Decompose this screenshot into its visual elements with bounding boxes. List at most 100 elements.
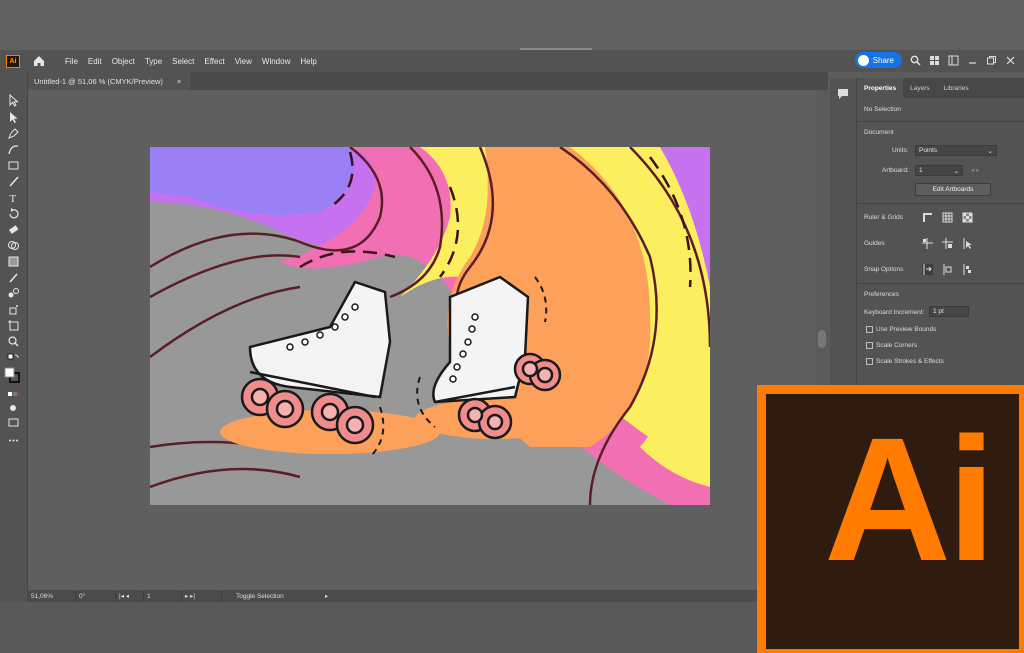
menu-file[interactable]: File (60, 57, 83, 66)
artboard-nav-next-icon[interactable]: ▸ ▸| (182, 591, 222, 601)
fill-stroke-swatch-icon[interactable] (4, 367, 20, 383)
document-heading: Document (864, 129, 894, 136)
scale-strokes-checkbox[interactable] (866, 358, 873, 365)
arrange-documents-icon[interactable] (929, 55, 940, 66)
zoom-tool-icon[interactable] (7, 335, 20, 348)
artboard-nav-first-icon[interactable]: |◂ ◂ (116, 591, 144, 601)
color-mode-icon[interactable] (7, 388, 20, 401)
document-tab-title: Untitled-1 @ 51,06 % (CMYK/Preview) (34, 76, 163, 86)
use-preview-bounds-label: Use Preview Bounds (876, 326, 937, 333)
edit-artboards-button[interactable]: Edit Artboards (915, 183, 991, 196)
svg-text:T: T (10, 193, 17, 204)
status-mode-text[interactable]: Toggle Selection (222, 591, 322, 601)
snap-to-grid-icon[interactable] (942, 264, 953, 275)
type-tool-icon[interactable]: T (7, 191, 20, 204)
guides-label: Guides (864, 240, 885, 247)
default-colors-icon[interactable] (7, 353, 20, 366)
eraser-tool-icon[interactable] (7, 223, 20, 236)
document-tab[interactable]: Untitled-1 @ 51,06 % (CMYK/Preview) × (28, 72, 190, 90)
illustrator-window: Ai File Edit Object Type Select Effect V… (0, 0, 1024, 653)
snap-to-pixel-icon[interactable] (962, 264, 973, 275)
snap-options-label: Snap Options (864, 266, 904, 273)
artboard-select[interactable]: 1 ⌄ (915, 165, 963, 176)
rectangle-tool-icon[interactable] (7, 159, 20, 172)
symbol-sprayer-tool-icon[interactable] (7, 303, 20, 316)
units-value: Points (919, 147, 938, 154)
rulers-grids-label: Ruler & Grids (864, 214, 904, 221)
snap-to-point-icon[interactable] (922, 264, 933, 275)
share-button[interactable]: Share (854, 52, 902, 68)
eyedropper-tool-icon[interactable] (7, 271, 20, 284)
gradient-tool-icon[interactable] (7, 255, 20, 268)
document-tab-close-icon[interactable]: × (177, 77, 181, 86)
panel-tabs: Properties Layers Libraries (857, 78, 1024, 98)
pen-tool-icon[interactable] (7, 127, 20, 140)
workspace-icon[interactable] (948, 55, 959, 66)
tab-properties[interactable]: Properties (857, 78, 904, 98)
keyboard-increment-input[interactable]: 1 pt (929, 306, 969, 317)
title-strip (0, 0, 1024, 50)
shape-builder-tool-icon[interactable] (7, 239, 20, 252)
zoom-field[interactable]: 51,06% (28, 591, 76, 601)
artboard-artwork[interactable] (150, 147, 710, 505)
home-icon[interactable] (32, 54, 46, 68)
direct-selection-tool-icon[interactable] (7, 111, 20, 124)
use-preview-bounds-checkbox[interactable] (866, 326, 873, 333)
panel-dock (830, 78, 856, 390)
blend-tool-icon[interactable] (7, 287, 20, 300)
scale-corners-checkbox[interactable] (866, 342, 873, 349)
curvature-tool-icon[interactable] (7, 143, 20, 156)
rotation-field[interactable]: 0° (76, 591, 116, 601)
tab-layers[interactable]: Layers (903, 78, 937, 98)
units-label: Units: (892, 147, 909, 154)
illustrator-logo-text: Ai (824, 402, 996, 598)
search-icon[interactable] (910, 55, 921, 66)
menu-view[interactable]: View (230, 57, 257, 66)
selection-status: No Selection (864, 106, 901, 113)
transparency-grid-icon[interactable] (962, 212, 973, 223)
menu-help[interactable]: Help (295, 57, 321, 66)
scrollbar-thumb[interactable] (818, 330, 826, 348)
selection-tool-icon[interactable] (7, 94, 20, 107)
chevron-down-icon: ⌄ (953, 167, 959, 175)
comments-icon[interactable] (837, 88, 849, 100)
more-tools-icon[interactable] (7, 434, 20, 447)
close-icon[interactable] (1005, 55, 1016, 66)
rotate-tool-icon[interactable] (7, 207, 20, 220)
show-guides-icon[interactable] (922, 238, 933, 249)
rulers-icon[interactable] (922, 212, 933, 223)
document-tab-bar: Untitled-1 @ 51,06 % (CMYK/Preview) × (28, 72, 828, 90)
lock-guides-icon[interactable] (942, 238, 953, 249)
illustrator-logo-background: Ai (766, 394, 1019, 649)
keyboard-increment-label: Keyboard Increment: (864, 309, 925, 316)
menu-edit[interactable]: Edit (83, 57, 107, 66)
menu-window[interactable]: Window (257, 57, 295, 66)
tools-panel: T (0, 72, 28, 602)
artboard-arrows-icon[interactable]: ◂ ▸ (971, 166, 979, 174)
divider (857, 283, 1024, 284)
tab-libraries[interactable]: Libraries (937, 78, 976, 98)
illustrator-logo: Ai (757, 385, 1024, 653)
grid-icon[interactable] (942, 212, 953, 223)
preferences-heading: Preferences (864, 291, 900, 298)
divider (857, 121, 1024, 122)
status-play-icon[interactable]: ▸ (322, 591, 331, 601)
menu-type[interactable]: Type (140, 57, 167, 66)
drawing-mode-icon[interactable] (7, 402, 20, 415)
units-select[interactable]: Points ⌄ (915, 145, 997, 156)
share-label: Share (872, 55, 894, 65)
artboard-tool-icon[interactable] (7, 319, 20, 332)
menu-object[interactable]: Object (107, 57, 140, 66)
smart-guides-icon[interactable] (962, 238, 973, 249)
menu-effect[interactable]: Effect (199, 57, 229, 66)
keyboard-increment-value: 1 pt (933, 308, 944, 315)
paintbrush-tool-icon[interactable] (7, 175, 20, 188)
chevron-down-icon: ⌄ (987, 147, 993, 155)
menu-select[interactable]: Select (167, 57, 199, 66)
menu-bar: Ai File Edit Object Type Select Effect V… (0, 50, 1024, 72)
scale-strokes-label: Scale Strokes & Effects (876, 358, 944, 365)
restore-icon[interactable] (986, 55, 997, 66)
minimize-icon[interactable] (967, 55, 978, 66)
screen-mode-icon[interactable] (7, 416, 20, 429)
artboard-number-field[interactable]: 1 (144, 591, 182, 601)
